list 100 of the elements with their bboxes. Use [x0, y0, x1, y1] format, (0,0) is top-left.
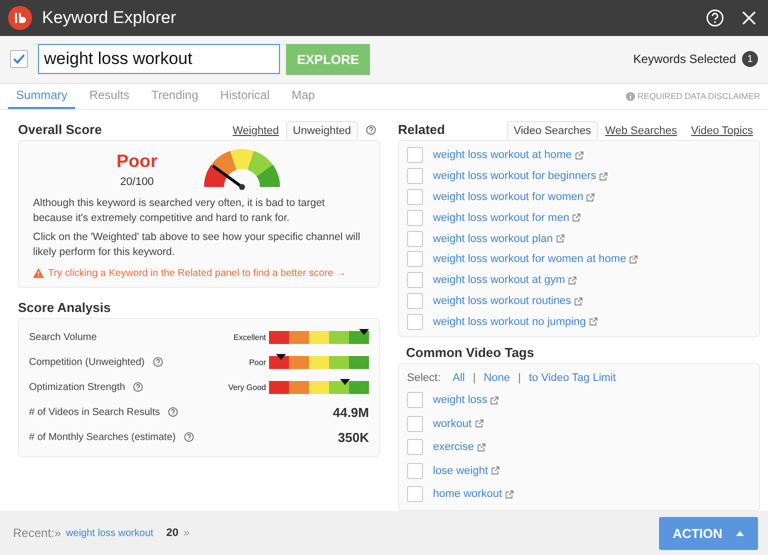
score-value: 20/100 — [120, 176, 154, 188]
keyword-link[interactable]: weight loss workout for beginners — [433, 170, 608, 182]
tab[interactable]: Trending — [143, 84, 206, 110]
metric-rating: Excellent — [234, 332, 266, 342]
score-description: Click on the 'Weighted' tab above to see how your specific channel will likely perform for this keyword. — [33, 230, 362, 260]
checkbox[interactable] — [407, 272, 423, 288]
checkbox[interactable] — [407, 251, 423, 268]
score-tab[interactable]: Unweighted — [286, 121, 358, 140]
tag-link[interactable]: weight loss — [433, 394, 500, 406]
keyword-link[interactable]: weight loss workout for women — [433, 191, 596, 204]
external-link-icon — [599, 172, 608, 181]
help-icon[interactable] — [168, 407, 178, 418]
action-button[interactable]: ACTION — [659, 516, 758, 550]
metric-label: # of Videos in Search Results — [29, 406, 160, 418]
tag-link[interactable]: lose weight — [433, 464, 500, 477]
check-icon — [13, 54, 25, 64]
separator: | — [472, 372, 476, 384]
metric-value: 44.9M — [332, 404, 369, 420]
keywords-selected-label: Keywords Selected — [633, 52, 736, 66]
checkbox[interactable] — [407, 293, 423, 310]
external-link-icon — [474, 419, 484, 428]
tab[interactable]: Summary — [8, 84, 76, 110]
metric-label: Competition (Unweighted) — [29, 356, 145, 368]
metric-value: 350K — [338, 430, 369, 445]
external-link-icon — [574, 296, 584, 306]
external-link-icon — [568, 276, 578, 285]
checkbox[interactable] — [407, 168, 423, 184]
help-icon[interactable] — [366, 125, 376, 136]
checkbox[interactable] — [407, 462, 423, 479]
keyword-link[interactable]: weight loss workout for women at home — [433, 253, 638, 266]
window-title: Keyword Explorer — [42, 8, 178, 28]
external-link-icon — [574, 150, 584, 160]
external-link-icon — [556, 234, 565, 244]
section-title: Common Video Tags — [405, 345, 536, 362]
search-field[interactable]: weight loss workout — [38, 44, 280, 74]
tag-link[interactable]: workout — [433, 418, 484, 430]
section-title: Overall Score — [18, 122, 103, 140]
external-link-icon — [476, 442, 486, 452]
metric-rating: Very Good — [228, 382, 266, 392]
tab[interactable]: Historical — [212, 84, 278, 110]
app-logo-icon — [8, 6, 32, 30]
tab[interactable]: Results — [81, 84, 138, 110]
external-link-icon — [572, 213, 582, 222]
checkbox[interactable] — [407, 210, 423, 226]
score-description: Although this keyword is searched very often, it is bad to target because it's extremely competitive and hard to rank for. — [33, 196, 326, 226]
section-title: Score Analysis — [18, 300, 112, 317]
external-link-icon — [586, 192, 596, 202]
keyword-link[interactable]: weight loss workout for men — [433, 212, 582, 224]
close-icon[interactable] — [742, 11, 756, 25]
related-tab[interactable]: Video Searches — [506, 121, 598, 140]
external-link-icon — [588, 317, 598, 326]
select-link[interactable]: None — [484, 372, 510, 384]
related-tab[interactable]: Video Topics — [684, 121, 760, 140]
metric-label: Search Volume — [29, 332, 97, 343]
tag-link[interactable]: exercise — [433, 441, 486, 454]
checkbox[interactable] — [407, 147, 423, 164]
keyword-link[interactable]: weight loss workout plan — [433, 232, 565, 245]
checkbox[interactable] — [407, 230, 423, 247]
recent-keyword-link[interactable]: weight loss workout — [66, 528, 154, 539]
tag-link[interactable]: home workout — [433, 488, 514, 500]
external-link-icon — [490, 396, 500, 405]
more-link[interactable]: » — [184, 527, 190, 540]
checkbox[interactable] — [407, 416, 423, 432]
external-link-icon — [491, 466, 500, 476]
score-rating: Poor — [116, 150, 158, 172]
metric-label: # of Monthly Searches (estimate) — [29, 432, 176, 443]
keyword-link[interactable]: weight loss workout no jumping — [433, 316, 598, 328]
tab[interactable]: Map — [284, 84, 323, 110]
help-icon[interactable] — [184, 432, 194, 442]
separator: | — [518, 372, 521, 384]
keyword-link[interactable]: weight loss workout routines — [433, 295, 584, 308]
recent-count: 20 — [166, 527, 179, 540]
metric-label: Optimization Strength — [29, 382, 126, 393]
help-icon[interactable] — [152, 357, 163, 368]
explore-button[interactable]: EXPLORE — [286, 44, 370, 75]
checkbox[interactable] — [10, 50, 28, 68]
selected-count: 1 — [742, 51, 758, 68]
help-icon[interactable] — [133, 382, 144, 392]
related-tab[interactable]: Web Searches — [598, 121, 684, 140]
info-icon — [626, 92, 635, 101]
select-label: Select: — [407, 372, 441, 384]
checkbox[interactable] — [407, 314, 423, 330]
keyword-link[interactable]: weight loss workout at home — [433, 149, 584, 162]
caret-icon — [736, 530, 744, 536]
checkbox[interactable] — [407, 439, 423, 456]
warning-message[interactable]: Try clicking a Keyword in the Related panel to find a better score → — [48, 268, 346, 279]
warning-icon — [33, 268, 44, 278]
metric-rating: Poor — [249, 358, 266, 367]
select-link[interactable]: to Video Tag Limit — [528, 372, 616, 384]
select-link[interactable]: All — [452, 372, 465, 384]
disclaimer-link[interactable]: REQUIRED DATA DISCLAIMER — [638, 91, 760, 102]
recent-label: Recent:» — [13, 526, 62, 540]
score-tab[interactable]: Weighted — [226, 121, 286, 140]
checkbox[interactable] — [407, 189, 423, 206]
keyword-link[interactable]: weight loss workout at gym — [433, 274, 578, 286]
section-title: Related — [398, 122, 446, 140]
checkbox[interactable] — [407, 392, 423, 408]
external-link-icon — [505, 490, 514, 499]
external-link-icon — [629, 254, 638, 264]
checkbox[interactable] — [407, 486, 423, 502]
